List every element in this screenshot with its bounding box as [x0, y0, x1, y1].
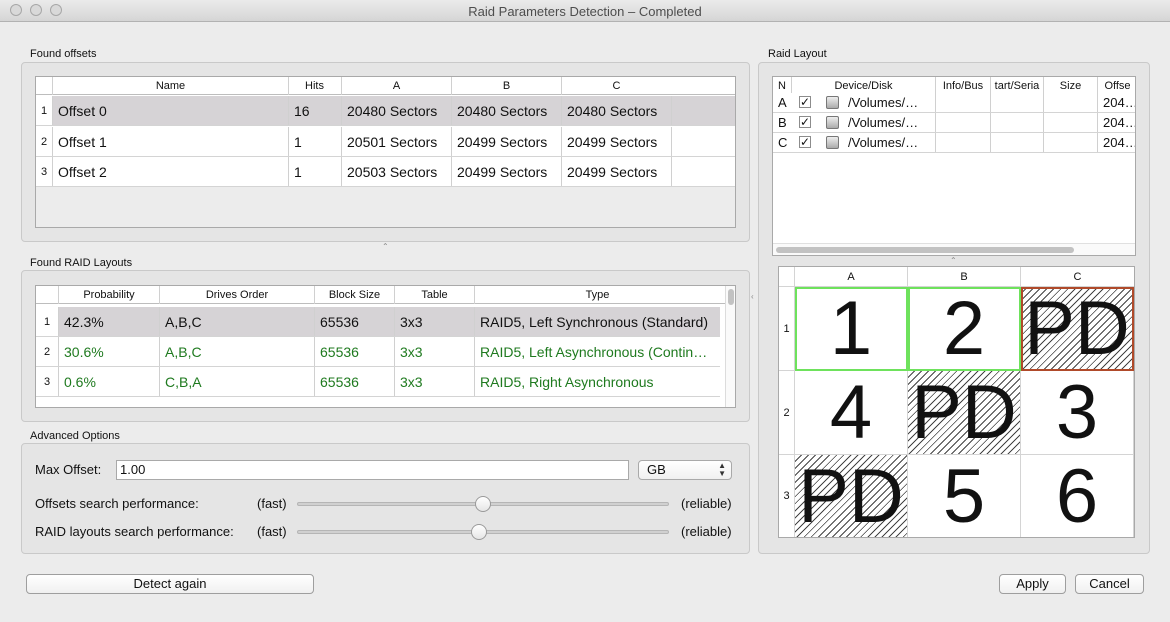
table-row[interactable]: 3 0.6% C,B,A 65536 3x3 RAID5, Right Asyn…: [36, 367, 720, 397]
scrollbar-thumb[interactable]: [728, 289, 734, 305]
column-drives-order[interactable]: Drives Order: [159, 286, 314, 304]
disk-icon: [826, 136, 839, 149]
splitter-handle[interactable]: ⌃: [382, 242, 389, 251]
title-bar: Raid Parameters Detection – Completed: [0, 0, 1170, 22]
grid-cell-parity[interactable]: PD: [1021, 286, 1134, 371]
table-row[interactable]: 2 Offset 1 1 20501 Sectors 20499 Sectors…: [36, 127, 735, 157]
offsets-fast-label: (fast): [257, 496, 287, 511]
grid-cell-parity[interactable]: PD: [795, 454, 908, 539]
table-row[interactable]: [36, 397, 720, 407]
offsets-table-header: Name Hits A B C: [36, 77, 735, 95]
grid-cell[interactable]: 1: [795, 286, 908, 371]
raid-layouts-table-header: Probability Drives Order Block Size Tabl…: [36, 286, 725, 304]
splitter-handle[interactable]: ⌃: [950, 256, 957, 265]
grid-column-header: B: [908, 267, 1021, 287]
column-type[interactable]: Type: [474, 286, 720, 304]
table-row[interactable]: 2 30.6% A,B,C 65536 3x3 RAID5, Left Asyn…: [36, 337, 720, 367]
disk-icon: [826, 96, 839, 109]
found-offsets-label: Found offsets: [30, 48, 97, 60]
grid-column-header: A: [795, 267, 908, 287]
column-name[interactable]: Name: [52, 77, 288, 95]
advanced-options-label: Advanced Options: [30, 430, 120, 442]
column-hits[interactable]: Hits: [288, 77, 340, 95]
devices-table: N Device/Disk Info/Bus tart/Seria Size O…: [772, 76, 1136, 256]
found-raid-layouts-label: Found RAID Layouts: [30, 257, 133, 269]
table-row[interactable]: B ✓ /Volumes/… 204…: [773, 113, 1135, 133]
grid-cell[interactable]: 4: [795, 370, 908, 455]
table-row[interactable]: 3 Offset 2 1 20503 Sectors 20499 Sectors…: [36, 157, 735, 187]
raid-layouts-scrollbar[interactable]: [725, 286, 735, 407]
offsets-table: Name Hits A B C 1 Offset 0 16 20480 Sect…: [35, 76, 736, 228]
disk-icon: [826, 116, 839, 129]
grid-row-header: 3: [779, 455, 795, 537]
max-offset-label: Max Offset:: [35, 462, 102, 477]
column-table[interactable]: Table: [394, 286, 474, 304]
offsets-performance-label: Offsets search performance:: [35, 496, 199, 511]
devices-horizontal-scrollbar[interactable]: [773, 243, 1135, 255]
grid-row-header: 1: [779, 287, 795, 371]
cancel-button[interactable]: Cancel: [1075, 574, 1144, 594]
vertical-splitter-handle[interactable]: ‹: [751, 292, 754, 301]
grid-cell[interactable]: 2: [908, 286, 1021, 371]
grid-cell[interactable]: 3: [1021, 370, 1134, 455]
offsets-performance-slider-knob[interactable]: [475, 496, 491, 512]
max-offset-input[interactable]: 1.00: [116, 460, 629, 480]
unit-select[interactable]: GB ▲ ▼: [638, 460, 732, 480]
column-probability[interactable]: Probability: [58, 286, 159, 304]
grid-cell[interactable]: 5: [908, 454, 1021, 539]
column-a[interactable]: A: [341, 77, 451, 95]
layouts-reliable-label: (reliable): [681, 524, 732, 539]
column-block-size[interactable]: Block Size: [314, 286, 394, 304]
window-title: Raid Parameters Detection – Completed: [468, 4, 702, 19]
unit-select-value: GB: [647, 462, 666, 477]
grid-cell-parity[interactable]: PD: [908, 370, 1021, 455]
offsets-empty-area: [36, 187, 735, 227]
table-row[interactable]: C ✓ /Volumes/… 204…: [773, 133, 1135, 153]
layouts-fast-label: (fast): [257, 524, 287, 539]
table-row[interactable]: 1 Offset 0 16 20480 Sectors 20480 Sector…: [36, 96, 735, 126]
device-checkbox[interactable]: ✓: [799, 116, 811, 128]
grid-cell[interactable]: 6: [1021, 454, 1134, 539]
layouts-performance-label: RAID layouts search performance:: [35, 524, 234, 539]
updown-chevron-icon: ▲ ▼: [718, 461, 726, 478]
device-checkbox[interactable]: ✓: [799, 96, 811, 108]
scrollbar-thumb[interactable]: [776, 247, 1074, 253]
table-row[interactable]: 1 42.3% A,B,C 65536 3x3 RAID5, Left Sync…: [36, 307, 720, 337]
raid-layouts-table: Probability Drives Order Block Size Tabl…: [35, 285, 736, 408]
raid-layout-grid: A B C 1 2 3 1 2 PD 4 PD 3 PD 5 6: [778, 266, 1135, 539]
detect-again-button[interactable]: Detect again: [26, 574, 314, 594]
device-checkbox[interactable]: ✓: [799, 136, 811, 148]
offsets-reliable-label: (reliable): [681, 496, 732, 511]
grid-row-header: 2: [779, 371, 795, 455]
raid-layout-label: Raid Layout: [768, 48, 827, 60]
grid-column-header: C: [1021, 267, 1134, 287]
column-c[interactable]: C: [561, 77, 671, 95]
apply-button[interactable]: Apply: [999, 574, 1066, 594]
table-row[interactable]: A ✓ /Volumes/… 204…: [773, 93, 1135, 113]
column-b[interactable]: B: [451, 77, 561, 95]
